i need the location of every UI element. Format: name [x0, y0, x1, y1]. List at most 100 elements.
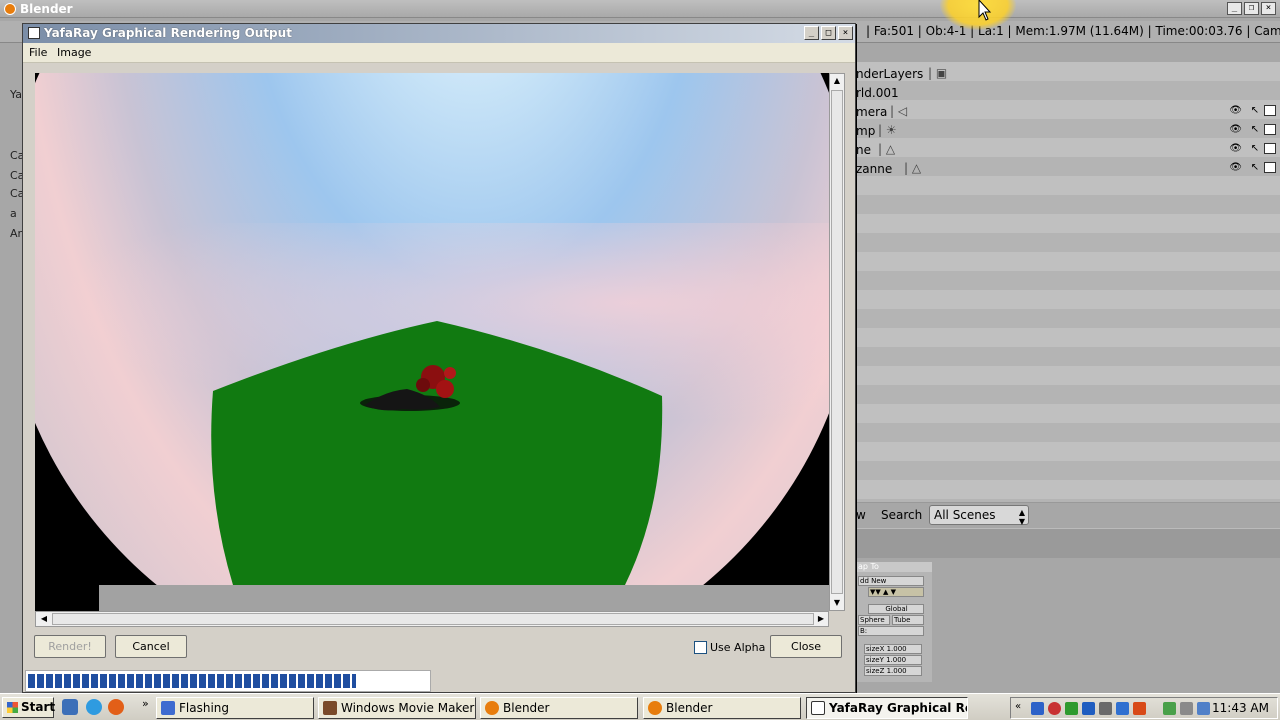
yafaray-title: YafaRay Graphical Rendering Output: [44, 26, 292, 40]
task-label: Blender: [666, 701, 713, 715]
blender-left-panel: Ya Ca Ca Ca a Ar: [0, 43, 24, 693]
outliner-row[interactable]: mera | ◁ 👁 ↖: [856, 102, 1280, 121]
menu-file[interactable]: File: [29, 46, 47, 59]
task-blender-1[interactable]: Blender: [480, 697, 638, 719]
tray-app-icon[interactable]: [1031, 702, 1044, 715]
menu-image[interactable]: Image: [57, 46, 91, 59]
tray-flame-icon[interactable]: [1133, 702, 1146, 715]
outliner-row-label: mp: [856, 124, 876, 138]
mesh-icon: | △: [904, 161, 922, 175]
yafaray-titlebar[interactable]: YafaRay Graphical Rendering Output _ □ ×: [23, 24, 855, 43]
minimize-icon[interactable]: _: [804, 26, 819, 40]
primitive-buttons[interactable]: ▼▼ ▲ ▼: [868, 587, 924, 597]
task-yafaray[interactable]: YafaRay Graphical Re...: [806, 697, 968, 719]
render-output-image: [35, 73, 829, 611]
b-field[interactable]: B:: [858, 626, 924, 636]
maximize-icon[interactable]: □: [821, 26, 836, 40]
eye-icon[interactable]: 👁: [1229, 162, 1242, 173]
view-menu-label[interactable]: w: [856, 508, 866, 522]
outliner-row-label: mera: [856, 105, 888, 119]
scroll-up-icon[interactable]: ▲: [831, 74, 843, 88]
tray-volume-icon[interactable]: [1197, 702, 1210, 715]
global-toggle[interactable]: Global: [868, 604, 924, 614]
mouse-pointer-icon: [978, 0, 992, 21]
tray-display-icon[interactable]: [1082, 702, 1095, 715]
outliner-row-label: ne: [856, 143, 871, 157]
tray-antivirus-icon[interactable]: [1048, 702, 1061, 715]
tube-button[interactable]: Tube: [892, 615, 924, 625]
tray-expand-icon[interactable]: «: [1015, 701, 1021, 712]
search-label: Search: [881, 508, 923, 522]
task-flashing[interactable]: Flashing: [156, 697, 314, 719]
use-alpha-checkbox[interactable]: [694, 641, 707, 654]
render-toggle-icon[interactable]: [1264, 162, 1276, 173]
task-label: Blender: [503, 701, 550, 715]
outliner-row-label: zanne: [856, 162, 893, 176]
tool-panel-header: ap To: [856, 562, 932, 572]
sphere-button[interactable]: Sphere: [858, 615, 890, 625]
cursor-select-icon[interactable]: ↖: [1251, 124, 1259, 135]
close-icon[interactable]: ×: [838, 26, 853, 40]
show-desktop-icon[interactable]: [62, 699, 78, 715]
blender-icon: [485, 701, 499, 715]
cancel-button[interactable]: Cancel: [115, 635, 187, 658]
scene-scope-select[interactable]: All Scenes ▲ ▼: [929, 505, 1029, 526]
vertical-scroll-thumb[interactable]: [831, 90, 843, 594]
tray-bluetooth-icon[interactable]: [1116, 702, 1129, 715]
scroll-left-icon[interactable]: ◀: [37, 613, 51, 625]
cursor-select-icon[interactable]: ↖: [1251, 162, 1259, 173]
cursor-select-icon[interactable]: ↖: [1251, 143, 1259, 154]
close-button[interactable]: Close: [770, 635, 842, 658]
outliner-row-label: nderLayers: [856, 67, 924, 81]
horizontal-scrollbar[interactable]: ◀ ▶: [35, 611, 829, 627]
cursor-select-icon[interactable]: ↖: [1251, 105, 1259, 116]
outliner-row[interactable]: nderLayers | ▣: [856, 64, 1280, 83]
tray-network-icon[interactable]: [1065, 702, 1078, 715]
left-panel-label: Ya: [10, 88, 22, 101]
eye-icon[interactable]: 👁: [1229, 143, 1242, 154]
use-alpha-label: Use Alpha: [710, 641, 766, 654]
size-z-field[interactable]: sizeZ 1.000: [864, 666, 922, 676]
vertical-scrollbar[interactable]: ▲ ▼: [829, 73, 845, 611]
firefox-icon[interactable]: [108, 699, 124, 715]
scene-info-text: | Fa:501 | Ob:4-1 | La:1 | Mem:1.97M (11…: [866, 24, 1280, 38]
left-panel-label: a: [10, 207, 17, 220]
tray-safely-remove-icon[interactable]: [1163, 702, 1176, 715]
start-button[interactable]: Start: [2, 697, 55, 718]
render-toggle-icon[interactable]: [1264, 143, 1276, 154]
scene-scope-value: All Scenes: [934, 508, 996, 522]
close-icon[interactable]: ×: [1261, 2, 1276, 15]
render-toggle-icon[interactable]: [1264, 105, 1276, 116]
size-x-field[interactable]: sizeX 1.000: [864, 644, 922, 654]
minimize-icon[interactable]: _: [1227, 2, 1242, 15]
outliner-row[interactable]: ne | △ 👁 ↖: [856, 140, 1280, 159]
size-y-field[interactable]: sizeY 1.000: [864, 655, 922, 665]
quicklaunch-more-icon[interactable]: »: [142, 697, 149, 710]
clock: 11:43 AM: [1212, 701, 1269, 715]
internet-explorer-icon[interactable]: [86, 699, 102, 715]
movie-maker-icon: [323, 701, 337, 715]
eye-icon[interactable]: 👁: [1229, 124, 1242, 135]
tray-device-icon[interactable]: [1099, 702, 1112, 715]
horizontal-scroll-thumb[interactable]: [52, 613, 814, 625]
task-label: Flashing: [179, 701, 230, 715]
tray-printer-icon[interactable]: [1180, 702, 1193, 715]
eye-icon[interactable]: 👁: [1229, 105, 1242, 116]
window-app-icon: [28, 27, 40, 39]
render-toggle-icon[interactable]: [1264, 124, 1276, 135]
task-movie-maker[interactable]: Windows Movie Maker: [318, 697, 476, 719]
render-button[interactable]: Render!: [34, 635, 106, 658]
task-blender-2[interactable]: Blender: [643, 697, 801, 719]
outliner-row[interactable]: zanne | △ 👁 ↖: [856, 159, 1280, 178]
outliner: nderLayers | ▣ rld.001 mera | ◁ 👁 ↖ mp |…: [856, 62, 1280, 502]
restore-icon[interactable]: ❐: [1244, 2, 1259, 15]
add-new-button[interactable]: dd New: [858, 576, 924, 586]
yafaray-menubar: File Image: [23, 43, 855, 63]
outliner-row[interactable]: mp | ☀ 👁 ↖: [856, 121, 1280, 140]
outliner-row[interactable]: rld.001: [856, 83, 1280, 102]
yafaray-window-icon: [811, 701, 825, 715]
render-progress-bar: [25, 670, 431, 692]
scroll-down-icon[interactable]: ▼: [831, 596, 843, 610]
yafaray-window-controls: _ □ ×: [804, 26, 853, 40]
scroll-right-icon[interactable]: ▶: [814, 613, 828, 625]
